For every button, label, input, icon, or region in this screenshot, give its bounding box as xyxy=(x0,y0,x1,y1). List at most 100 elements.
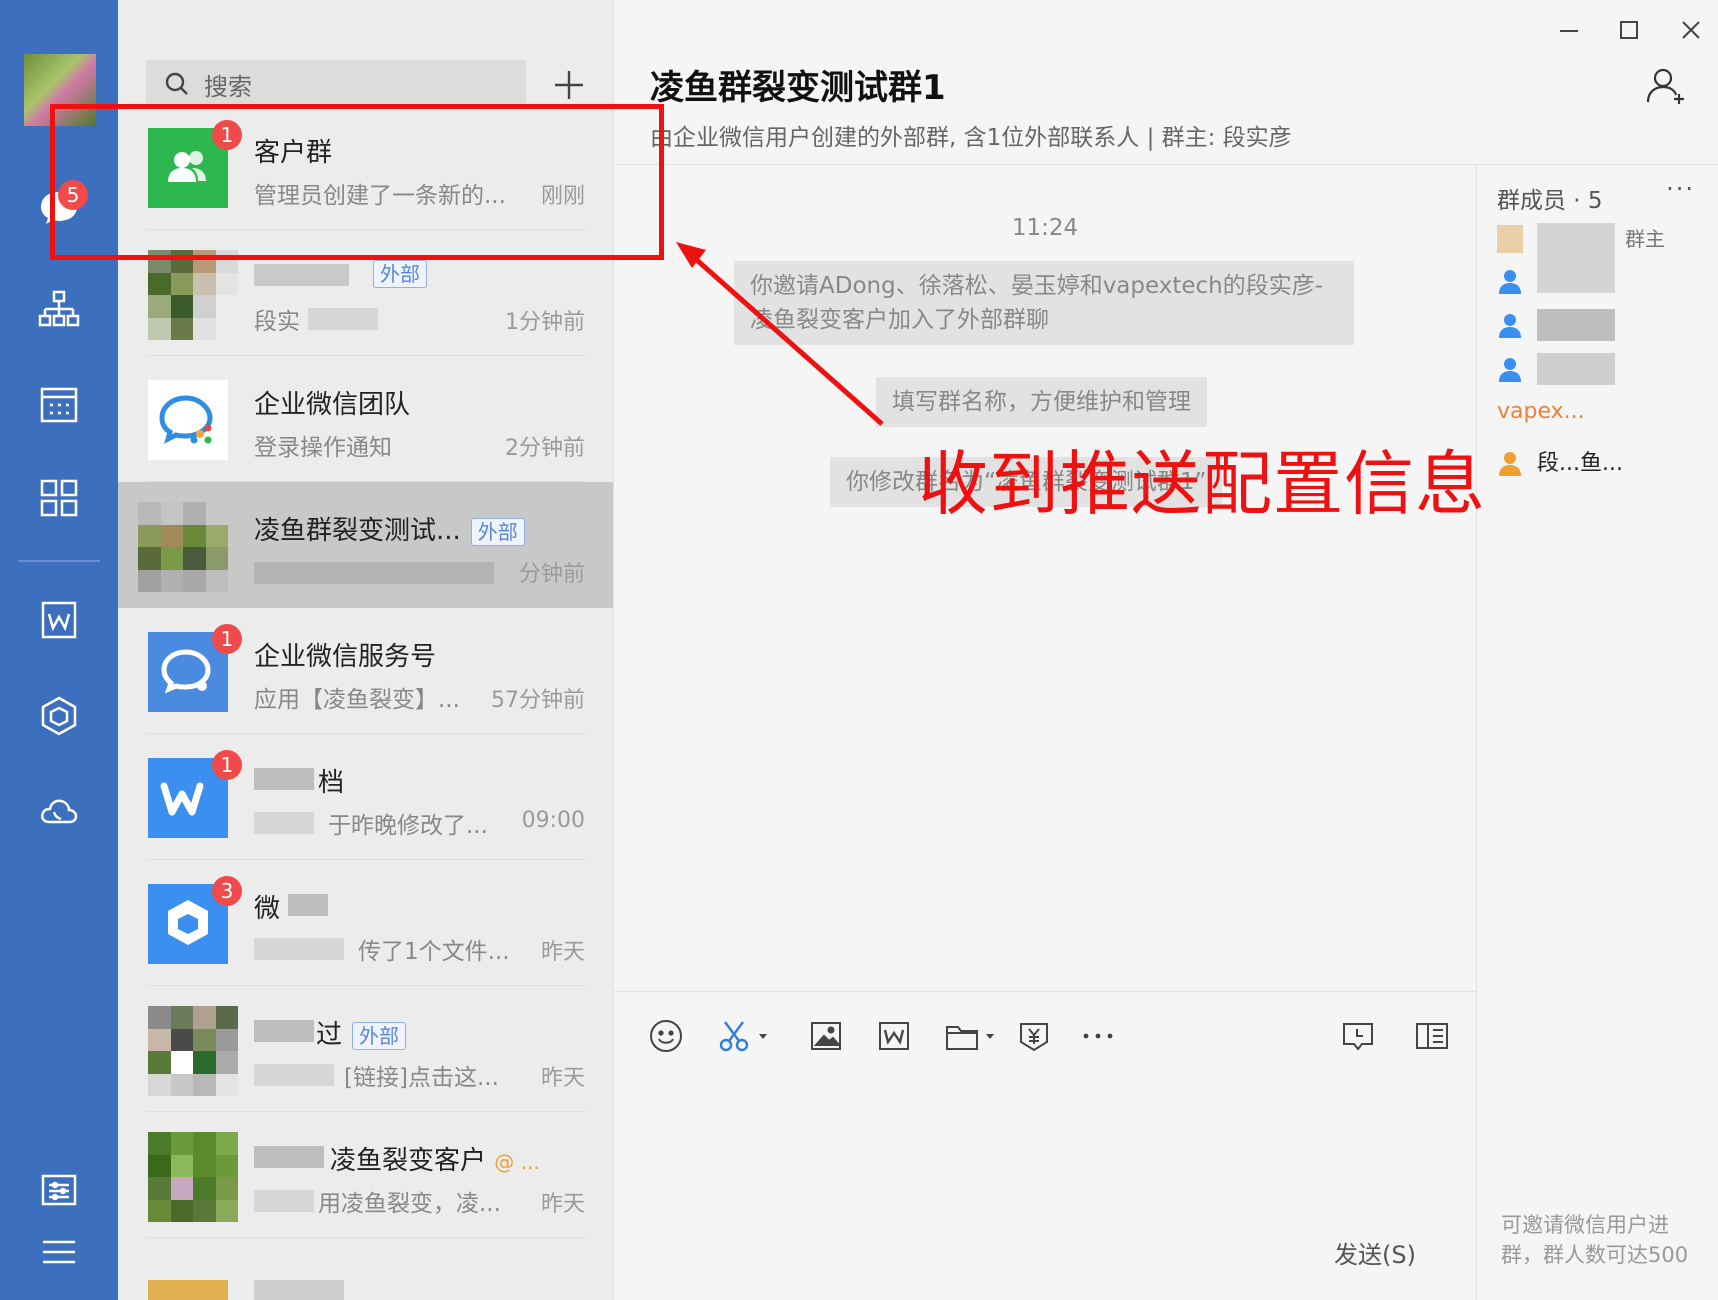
close-button[interactable] xyxy=(1671,10,1711,50)
conversation-name-text: 凌鱼群裂变测试... xyxy=(254,516,461,546)
grid-apps-icon xyxy=(40,479,78,517)
side-panel-button[interactable] xyxy=(1414,1014,1450,1058)
cloud-nav[interactable] xyxy=(0,772,118,852)
search-placeholder: 搜索 xyxy=(204,72,252,101)
conversation-name: 凌鱼群裂变测试... 外部 xyxy=(254,510,525,547)
person-icon xyxy=(1499,452,1521,476)
maximize-icon xyxy=(1620,21,1638,39)
add-member-icon[interactable] xyxy=(1644,64,1688,108)
conversation-name: 外部 xyxy=(363,258,427,288)
member-more-button[interactable]: ··· xyxy=(1666,175,1695,203)
menu-nav[interactable] xyxy=(0,1212,118,1292)
member-item[interactable]: 段...鱼... xyxy=(1497,443,1697,483)
blurred-preview xyxy=(254,938,344,960)
conversation-item[interactable]: 企业微信团队 登录操作通知 2分钟前 xyxy=(118,356,613,482)
conversation-item[interactable]: 1 企业微信服务号 应用【凌鱼裂变】... 57分钟前 xyxy=(118,608,613,734)
chat-panel: 凌鱼群裂变测试群1 由企业微信用户创建的外部群, 含1位外部联系人 | 群主: … xyxy=(613,0,1718,1300)
conversation-name: 档 xyxy=(318,768,345,798)
scissors-icon xyxy=(719,1021,749,1052)
conversation-item[interactable]: 过外部 [链接]点击这... 昨天 xyxy=(118,986,613,1112)
contacts-nav[interactable] xyxy=(0,270,118,350)
input-area: 发送(S) xyxy=(614,991,1476,1300)
conversation-name: 企业微信服务号 xyxy=(254,642,437,672)
conversation-item[interactable]: 3 微 传了1个文件... 昨天 xyxy=(118,860,613,986)
member-item[interactable]: 群主 xyxy=(1497,219,1697,293)
image-button[interactable] xyxy=(808,1014,844,1058)
conversation-item[interactable]: 1 档 于昨晚修改了... 09:00 xyxy=(118,734,613,860)
unread-badge: 1 xyxy=(212,624,242,654)
member-item[interactable] xyxy=(1497,261,1697,301)
blurred-member xyxy=(1537,353,1615,385)
search-icon xyxy=(165,72,188,95)
mosaic-avatar xyxy=(148,1006,238,1096)
blurred-name xyxy=(254,1280,344,1300)
side-panel-icon xyxy=(1416,1023,1448,1049)
org-chart-icon xyxy=(38,290,80,327)
workspace-nav[interactable] xyxy=(0,458,118,538)
conversation-item[interactable] xyxy=(118,1238,613,1300)
chevron-down-icon[interactable] xyxy=(757,1030,769,1042)
apps-nav[interactable] xyxy=(0,676,118,756)
rail-divider xyxy=(18,560,100,562)
conversation-preview: 登录操作通知 xyxy=(254,435,392,461)
unread-badge: 1 xyxy=(212,750,242,780)
history-button[interactable] xyxy=(1340,1014,1376,1058)
cube-icon xyxy=(41,696,77,736)
blurred-name xyxy=(254,264,349,286)
conversation-name: 凌鱼裂变客户 @ ... xyxy=(330,1140,540,1177)
hamburger-menu-icon xyxy=(43,1240,75,1264)
person-icon xyxy=(1499,314,1521,338)
system-message: 填写群名称，方便维护和管理 xyxy=(876,377,1207,427)
more-button[interactable] xyxy=(1080,1014,1116,1058)
external-tag: 外部 xyxy=(352,1022,407,1050)
settings-panel-icon xyxy=(41,1174,77,1206)
folder-button[interactable] xyxy=(944,1014,996,1058)
screenshot-button[interactable] xyxy=(717,1014,769,1058)
conversation-time: 昨天 xyxy=(540,1066,585,1091)
minimize-button[interactable] xyxy=(1549,10,1589,50)
member-item[interactable]: vapex... xyxy=(1497,397,1697,437)
member-item[interactable] xyxy=(1497,349,1697,389)
folder-icon xyxy=(946,1026,978,1050)
blurred-name xyxy=(254,768,314,790)
conversation-preview: [链接]点击这... xyxy=(344,1065,499,1091)
maximize-button[interactable] xyxy=(1609,10,1649,50)
red-packet-button[interactable] xyxy=(1016,1014,1052,1058)
conversation-time: 昨天 xyxy=(540,1192,585,1217)
chat-history-icon xyxy=(1343,1023,1373,1051)
conversation-time: 57分钟前 xyxy=(491,688,585,713)
partial-avatar xyxy=(148,1280,228,1300)
conversation-preview: 段实 xyxy=(254,309,300,335)
image-icon xyxy=(811,1022,842,1050)
member-item[interactable] xyxy=(1497,305,1697,345)
external-tag: 外部 xyxy=(373,260,427,288)
conversation-name: 微 xyxy=(254,894,281,924)
conversation-item-selected[interactable]: 凌鱼群裂变测试... 外部 分钟前 xyxy=(118,482,613,608)
doc-button[interactable] xyxy=(876,1014,912,1058)
blurred-preview xyxy=(254,562,494,584)
conversation-preview: 于昨晚修改了... xyxy=(328,813,488,839)
conversation-item[interactable]: 凌鱼裂变客户 @ ... 用凌鱼裂变，凌... 昨天 xyxy=(118,1112,613,1238)
docs-nav[interactable] xyxy=(0,580,118,660)
blurred-name xyxy=(254,1020,314,1042)
mention-indicator: @ ... xyxy=(494,1150,540,1174)
add-button[interactable] xyxy=(546,62,592,108)
conversation-time: 分钟前 xyxy=(518,562,585,587)
send-button[interactable]: 发送(S) xyxy=(1334,1235,1416,1270)
conversation-name-text: 过 xyxy=(316,1020,343,1050)
doc-w-icon xyxy=(879,1022,909,1050)
search-input[interactable]: 搜索 xyxy=(146,60,526,108)
calendar-icon xyxy=(40,387,78,423)
conversation-time: 1分钟前 xyxy=(505,310,585,335)
conversation-preview: 用凌鱼裂变，凌... xyxy=(318,1191,501,1217)
emoji-button[interactable] xyxy=(648,1014,684,1058)
annotation-text: 收到推送配置信息 xyxy=(918,443,1486,525)
conversation-time: 09:00 xyxy=(521,808,585,833)
plus-icon xyxy=(555,71,583,99)
calendar-nav[interactable] xyxy=(0,365,118,445)
chevron-down-icon[interactable] xyxy=(984,1030,996,1042)
annotation-highlight-box xyxy=(50,104,664,260)
more-dots-icon xyxy=(1083,1033,1113,1039)
blurred-name xyxy=(254,1146,324,1168)
payment-icon xyxy=(1020,1023,1048,1052)
